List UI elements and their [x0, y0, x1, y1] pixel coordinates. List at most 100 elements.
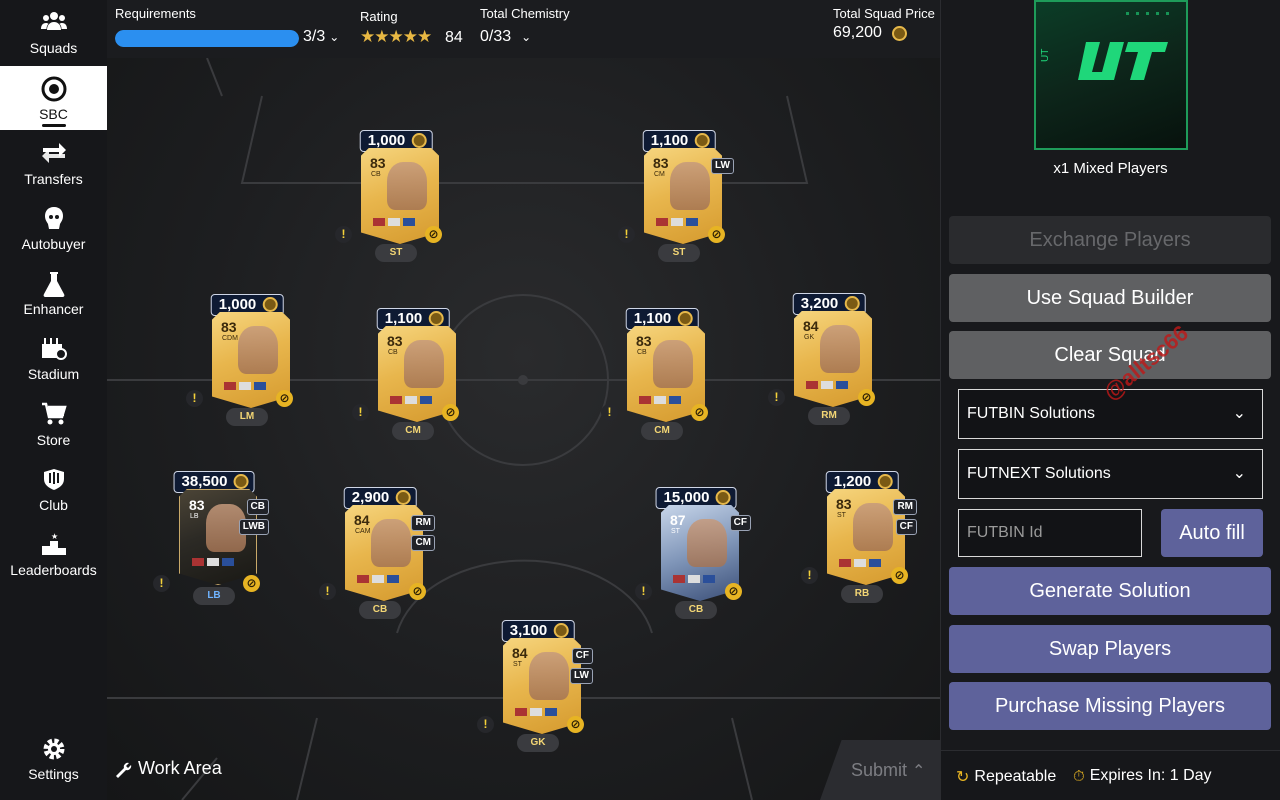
- work-area-label: Work Area: [138, 758, 222, 778]
- nation-flag-icon: [639, 396, 651, 404]
- alt-position-badge: CF: [571, 648, 593, 664]
- sidebar-item-club[interactable]: Club: [0, 457, 107, 521]
- work-area-button[interactable]: Work Area: [114, 758, 222, 779]
- expiry-info: ⏱ Expires In: 1 Day: [1073, 767, 1212, 785]
- player-rating: 83: [636, 333, 652, 349]
- chemistry-off-icon: ⊘: [409, 583, 426, 600]
- nation-flag-icon: [806, 381, 818, 389]
- player-rating: 83: [189, 497, 205, 513]
- use-squad-builder-button[interactable]: Use Squad Builder: [949, 274, 1271, 322]
- rating-label: Rating: [360, 9, 398, 24]
- svg-text:UT: UT: [1040, 49, 1051, 62]
- warning-icon: !: [352, 404, 369, 421]
- nation-flag-icon: [839, 559, 851, 567]
- player-rating: 84: [354, 512, 370, 528]
- exchange-players-button[interactable]: Exchange Players: [949, 216, 1271, 264]
- clear-squad-button[interactable]: Clear Squad: [949, 331, 1271, 379]
- futnext-solutions-select[interactable]: FUTNEXT Solutions ⌄: [958, 449, 1263, 499]
- chevron-up-icon: ⌃: [912, 763, 926, 780]
- player-price-value: 1,000: [367, 132, 406, 149]
- coin-icon: [233, 474, 249, 489]
- player-portrait: [387, 162, 427, 210]
- player-price-value: 1,100: [633, 310, 672, 327]
- player-price-value: 38,500: [181, 473, 228, 490]
- player-slot[interactable]: 2,900 84 CAM RM CM ! ⊘ CB: [319, 487, 435, 627]
- player-slot[interactable]: 1,100 83 CM LW ! ⊘ ST: [618, 130, 734, 270]
- pack-caption: x1 Mixed Players: [1053, 160, 1168, 177]
- slot-position-label: CB: [675, 601, 717, 619]
- chemistry-dropdown[interactable]: 0/33 ⌄: [480, 28, 531, 46]
- repeatable-label: Repeatable: [974, 768, 1057, 785]
- player-slot[interactable]: 38,500 83 LB CB LWB ! ⊘ LB: [153, 471, 269, 611]
- repeatable-info: ↻ Repeatable: [956, 767, 1056, 787]
- sidebar-item-autobuyer[interactable]: Autobuyer: [0, 196, 107, 260]
- slot-position-label: LM: [226, 408, 268, 426]
- sidebar-item-label: Transfers: [24, 171, 83, 187]
- sidebar-item-squads[interactable]: Squads: [0, 0, 107, 64]
- generate-solution-button[interactable]: Generate Solution: [949, 567, 1271, 615]
- stadium-icon: [0, 336, 107, 362]
- player-slot[interactable]: 3,100 84 ST CF LW ! ⊘ GK: [477, 620, 593, 760]
- squad-summary-bar: Requirements 3/3 ⌄ Rating ★★★★★ 84 Total…: [107, 0, 940, 58]
- club-badge-icon: [703, 575, 715, 583]
- cart-icon: [0, 402, 107, 428]
- auto-fill-button[interactable]: Auto fill: [1161, 509, 1263, 557]
- player-slot[interactable]: 1,200 83 ST RM CF ! ⊘ RB: [801, 471, 917, 611]
- player-slot[interactable]: 1,100 83 CB ! ⊘ CM: [352, 308, 468, 448]
- coin-icon: [677, 311, 693, 326]
- sidebar-item-store[interactable]: Store: [0, 392, 107, 456]
- rating-value: 84: [445, 29, 463, 46]
- sidebar-item-enhancer[interactable]: Enhancer: [0, 261, 107, 325]
- chemistry-off-icon: ⊘: [425, 226, 442, 243]
- player-price-value: 3,100: [509, 622, 548, 639]
- player-slot[interactable]: 3,200 84 GK ! ⊘ RM: [768, 293, 884, 433]
- player-position: ST: [837, 512, 846, 519]
- club-badge-icon: [669, 396, 681, 404]
- player-slot[interactable]: 1,000 83 CDM ! ⊘ LM: [186, 294, 302, 434]
- sidebar-item-label: Club: [39, 497, 68, 513]
- league-icon: [654, 396, 666, 404]
- player-rating: 87: [670, 512, 686, 528]
- wrench-icon: [116, 762, 132, 778]
- sidebar-item-label: Squads: [29, 40, 78, 56]
- player-slot[interactable]: 1,100 83 CB ! ⊘ CM: [601, 308, 717, 448]
- warning-icon: !: [618, 226, 635, 243]
- player-slot[interactable]: 15,000 87 ST CF ! ⊘ CB: [635, 487, 751, 627]
- chemistry-off-icon: ⊘: [708, 226, 725, 243]
- transfer-arrows-icon: [0, 141, 107, 167]
- nation-flag-icon: [192, 558, 204, 566]
- player-rating: 83: [836, 496, 852, 512]
- player-slot[interactable]: 1,000 83 CB ! ⊘ ST: [335, 130, 451, 270]
- swap-players-button[interactable]: Swap Players: [949, 625, 1271, 673]
- alt-position-badge: CF: [895, 519, 917, 535]
- purchase-missing-players-button[interactable]: Purchase Missing Players: [949, 682, 1271, 730]
- stopwatch-icon: ⏱: [1073, 767, 1085, 785]
- slot-position-label: CM: [392, 422, 434, 440]
- club-badge-icon: [869, 559, 881, 567]
- requirements-dropdown[interactable]: 3/3 ⌄: [303, 28, 339, 46]
- alt-position-badge: CM: [411, 535, 435, 551]
- select-value: FUTBIN Solutions: [967, 405, 1096, 422]
- alt-position-badge: LW: [711, 158, 734, 174]
- warning-icon: !: [319, 583, 336, 600]
- sidebar-item-transfers[interactable]: Transfers: [0, 131, 107, 195]
- player-card[interactable]: 83 LB: [179, 489, 257, 585]
- futbin-solutions-select[interactable]: FUTBIN Solutions ⌄: [958, 389, 1263, 439]
- sidebar-item-stadium[interactable]: Stadium: [0, 326, 107, 390]
- users-icon: [0, 10, 107, 36]
- coin-icon: [262, 297, 278, 312]
- sidebar-item-sbc[interactable]: SBC: [0, 66, 107, 130]
- futbin-id-input[interactable]: [958, 509, 1142, 557]
- player-rating: 84: [803, 318, 819, 334]
- warning-icon: !: [635, 583, 652, 600]
- club-badge-icon: [387, 575, 399, 583]
- sidebar-item-settings[interactable]: Settings: [0, 726, 107, 790]
- player-position: CAM: [355, 528, 371, 535]
- club-badge-icon: [254, 382, 266, 390]
- warning-icon: !: [601, 404, 618, 421]
- sbc-footer: ↻ Repeatable ⏱ Expires In: 1 Day: [941, 750, 1280, 800]
- svg-text:★: ★: [51, 532, 58, 541]
- warning-icon: !: [153, 575, 170, 592]
- player-badges: [673, 575, 715, 585]
- sidebar-item-leaderboards[interactable]: ★ Leaderboards: [0, 522, 107, 586]
